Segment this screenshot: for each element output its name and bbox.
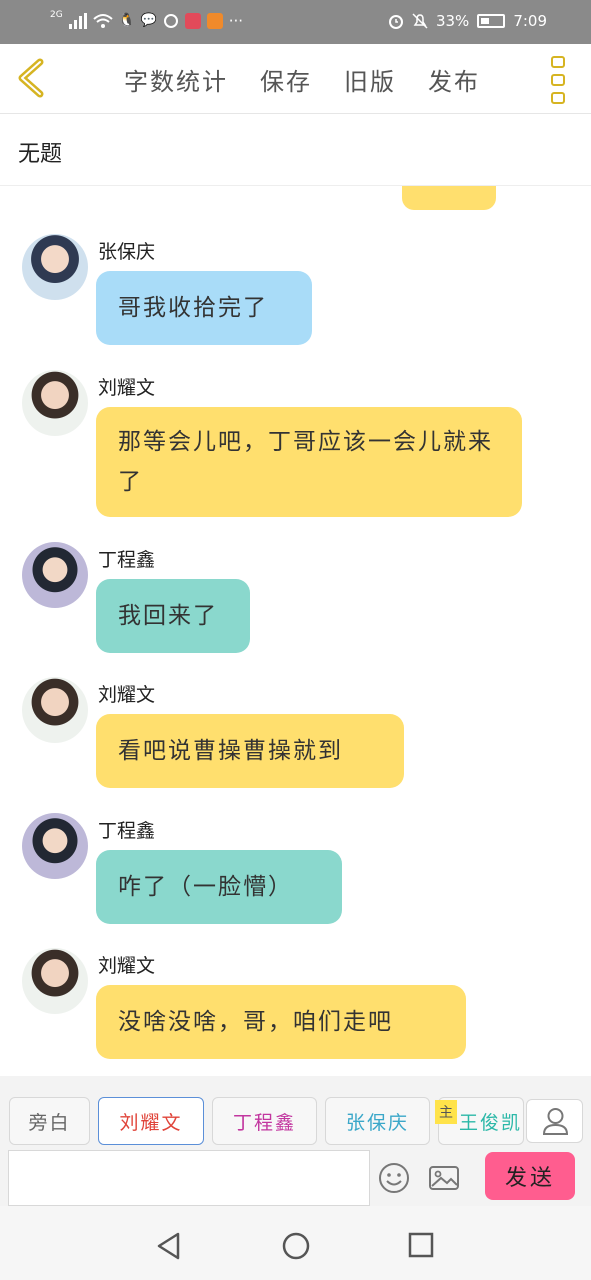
nav-home-icon[interactable] — [282, 1232, 310, 1260]
word-count-button[interactable]: 字数统计 — [124, 62, 228, 97]
nav-back-icon[interactable] — [156, 1232, 182, 1260]
qq-icon: 🐧 — [118, 13, 135, 28]
image-icon[interactable] — [428, 1162, 460, 1194]
composer-bar: 发送 — [0, 1150, 591, 1206]
message-text: 咋了（一脸懵） — [118, 874, 293, 900]
save-button[interactable]: 保存 — [260, 62, 312, 97]
avatar[interactable] — [22, 948, 88, 1014]
alarm-sync-icon — [163, 14, 178, 28]
message-input[interactable] — [8, 1150, 370, 1206]
add-role-button[interactable] — [526, 1099, 583, 1143]
battery-percent: 33% — [435, 12, 470, 30]
message-bubble[interactable]: 那等会儿吧，丁哥应该一会儿就来了 — [96, 407, 522, 517]
signal-icon — [68, 13, 87, 29]
back-button[interactable] — [14, 58, 48, 98]
more-dot-icon — [551, 92, 565, 104]
message-text: 那等会儿吧，丁哥应该一会儿就来了 — [118, 429, 493, 495]
reader-app-icon — [184, 13, 201, 29]
message-bubble[interactable]: 我回来了 — [96, 579, 250, 653]
wechat-icon: 💬 — [140, 13, 157, 28]
message-bubble-partial[interactable] — [402, 186, 496, 210]
avatar[interactable] — [22, 677, 88, 743]
role-label: 旁白 — [28, 1111, 71, 1134]
sender-name: 丁程鑫 — [98, 820, 156, 842]
avatar[interactable] — [22, 370, 88, 436]
publish-button[interactable]: 发布 — [428, 62, 480, 97]
user-icon — [542, 1108, 569, 1135]
sender-name: 刘耀文 — [98, 684, 156, 706]
message-bubble[interactable]: 看吧说曹操曹操就到 — [96, 714, 404, 788]
clock: 7:09 — [513, 12, 547, 30]
message-bubble[interactable]: 哥我收拾完了 — [96, 271, 312, 345]
message-text: 我回来了 — [118, 603, 218, 629]
alarm-icon — [388, 15, 403, 29]
wifi-icon — [93, 14, 113, 28]
status-bar: 2G 🐧 💬 ··· 33% 7:09 — [0, 0, 591, 44]
document-title[interactable]: 无题 — [18, 136, 62, 168]
sender-name: 刘耀文 — [98, 377, 156, 399]
message-bubble[interactable]: 咋了（一脸懵） — [96, 850, 342, 924]
system-nav-bar — [0, 1206, 591, 1280]
more-dot-icon — [551, 56, 565, 68]
message-text: 哥我收拾完了 — [118, 295, 268, 321]
more-menu-button[interactable] — [551, 56, 567, 104]
avatar[interactable] — [22, 234, 88, 300]
message-text: 看吧说曹操曹操就到 — [118, 738, 343, 764]
role-label: 王俊凯 — [459, 1111, 523, 1134]
sender-name: 刘耀文 — [98, 955, 156, 977]
video-app-icon — [206, 13, 223, 29]
send-button[interactable]: 发送 — [485, 1152, 575, 1200]
more-notifications: ··· — [228, 12, 244, 30]
emoji-icon[interactable] — [378, 1162, 410, 1194]
sender-name: 丁程鑫 — [98, 549, 156, 571]
role-liu-yaowen[interactable]: 刘耀文 — [98, 1097, 204, 1145]
network-label: 2G — [50, 10, 63, 20]
nav-recent-apps-icon[interactable] — [408, 1232, 434, 1258]
role-selector-bar: 旁白 刘耀文 丁程鑫 张保庆 王俊凯 — [0, 1076, 591, 1150]
top-toolbar: 字数统计 保存 旧版 发布 — [0, 44, 591, 114]
avatar[interactable] — [22, 542, 88, 608]
avatar[interactable] — [22, 813, 88, 879]
title-bar[interactable]: 无题 — [0, 114, 591, 186]
role-label: 刘耀文 — [119, 1111, 183, 1134]
battery-icon — [477, 14, 506, 28]
role-label: 张保庆 — [345, 1111, 409, 1134]
chat-area[interactable]: 张保庆 哥我收拾完了 刘耀文 那等会儿吧，丁哥应该一会儿就来了 丁程鑫 我回来了… — [0, 186, 591, 1076]
role-label: 丁程鑫 — [232, 1111, 296, 1134]
sender-name: 张保庆 — [98, 241, 156, 263]
role-ding-chengxin[interactable]: 丁程鑫 — [212, 1097, 317, 1145]
old-version-button[interactable]: 旧版 — [344, 62, 396, 97]
main-role-badge: 主 — [435, 1100, 457, 1124]
more-dot-icon — [551, 74, 565, 86]
role-zhang-baoqing[interactable]: 张保庆 — [325, 1097, 430, 1145]
message-bubble[interactable]: 没啥没啥，哥，咱们走吧 — [96, 985, 466, 1059]
mute-bell-icon — [412, 13, 428, 29]
message-text: 没啥没啥，哥，咱们走吧 — [118, 1009, 393, 1035]
role-narrator[interactable]: 旁白 — [9, 1097, 90, 1145]
